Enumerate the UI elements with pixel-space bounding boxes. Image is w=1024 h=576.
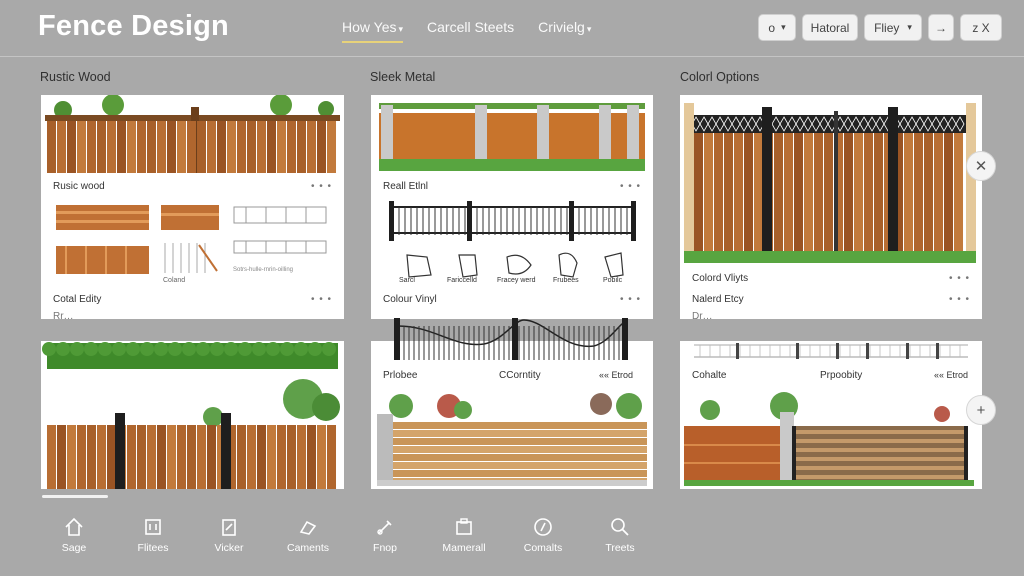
card-footer: Cotal Edity <box>53 294 102 305</box>
metal-rail-sample-1 <box>233 206 327 224</box>
mixed-fence-image <box>684 392 974 486</box>
card-right-text: «« Etrod <box>933 370 968 380</box>
search-icon <box>611 518 629 536</box>
card-subtext: Rr… <box>53 311 74 319</box>
thumb-label-5: Pobilc <box>603 277 623 284</box>
picker-icon <box>222 519 236 536</box>
filter-dropdown-button[interactable]: Fliey ▾ <box>864 14 922 41</box>
comment-icon <box>299 520 317 535</box>
toggle-dropdown-button[interactable]: o ▾ <box>758 14 796 41</box>
bottom-nav-treets[interactable]: Treets <box>580 516 660 554</box>
next-button[interactable]: → <box>928 14 954 41</box>
wood-sample-1 <box>56 205 149 230</box>
bottom-nav-fnop[interactable]: Fnop <box>345 516 425 554</box>
chevron-down-icon: ▾ <box>586 24 592 34</box>
top-nav: How Yes ▾ Carcell Steets Crivielg ▾ <box>342 19 591 43</box>
card-footer: Nalerd Etcy <box>692 294 744 305</box>
more-options-icon[interactable]: • • • <box>949 273 970 284</box>
material-box-icon <box>456 518 472 535</box>
bottom-nav-filters[interactable]: Flitees <box>113 516 193 554</box>
header-divider <box>0 56 1024 57</box>
bottom-nav: Sage Flitees Vicker Caments Fnop Mameral… <box>0 508 1024 568</box>
more-options-icon[interactable]: • • • <box>620 294 641 305</box>
add-icon[interactable]: + <box>966 395 996 425</box>
card-sleek-metal[interactable]: Reall Etlnl • • • Sarcl Fariccelld Frace… <box>371 95 653 319</box>
picket-sample <box>164 243 218 273</box>
material-button[interactable]: Hatoral <box>802 14 858 41</box>
more-options-icon[interactable]: • • • <box>311 181 332 192</box>
nav-how-yes[interactable]: How Yes ▾ <box>342 19 404 43</box>
app-title: Fence Design <box>38 10 229 42</box>
more-options-icon[interactable]: • • • <box>311 294 332 305</box>
card-rustic-wood[interactable]: Rusic wood • • • Coland Sotrs-hulle-rnri… <box>41 95 344 319</box>
planter-fence-image <box>377 393 647 486</box>
bottom-nav-vicker[interactable]: Vicker <box>189 516 269 554</box>
card-wood-gate[interactable] <box>41 341 344 489</box>
chevron-down-icon: ▾ <box>781 22 786 32</box>
close-button[interactable]: z X <box>960 14 1002 41</box>
card-title: Rusic wood <box>53 181 105 192</box>
card-center-text: Prpoobity <box>820 370 863 381</box>
sleek-metal-fence-image <box>379 103 645 171</box>
nav-crivielg[interactable]: Crivielg ▾ <box>538 19 591 39</box>
bottom-nav-caments[interactable]: Caments <box>268 516 348 554</box>
card-title: Reall Etlnl <box>383 181 429 192</box>
close-icon[interactable]: ✕ <box>966 151 996 181</box>
chevron-down-icon: ▾ <box>398 24 404 34</box>
wood-sample-2 <box>161 205 219 230</box>
bottom-nav-comalts[interactable]: Comalts <box>503 516 583 554</box>
toolbar: o ▾ Hatoral Fliey ▾ → z X <box>758 14 1002 41</box>
compass-icon <box>534 518 552 536</box>
wood-gate-fence-image <box>42 342 340 489</box>
rustic-wood-fence-image <box>45 95 340 173</box>
card-subtext: Dr… <box>692 311 713 319</box>
thumb-label-3: Fracey werd <box>497 277 536 284</box>
metal-shape-icons <box>406 252 624 278</box>
column-label-color-options: Colorl Options <box>680 70 760 84</box>
sample-small-text: Sotrs-hulle-rnrin-oilling <box>233 267 294 273</box>
nav-carcell-steets[interactable]: Carcell Steets <box>427 19 514 39</box>
chevron-down-icon: ▾ <box>907 22 912 32</box>
card-title: Colord Vliyts <box>692 273 749 284</box>
bottom-nav-material[interactable]: Mamerall <box>424 516 504 554</box>
bottom-nav-sage[interactable]: Sage <box>34 516 114 554</box>
home-icon <box>65 517 83 536</box>
column-label-rustic-wood: Rustic Wood <box>40 70 111 84</box>
scroll-indicator[interactable] <box>42 495 108 498</box>
metal-railing-sample <box>389 201 636 241</box>
card-right-text: «« Etrod <box>598 370 633 380</box>
filter-panel-icon <box>145 519 161 535</box>
color-options-fence-image <box>684 103 976 263</box>
column-label-sleek-metal: Sleek Metal <box>370 70 436 84</box>
wood-sample-3 <box>56 246 149 274</box>
app-header: Fence Design How Yes ▾ Carcell Steets Cri… <box>0 0 1024 56</box>
arched-metal-gate <box>394 318 628 360</box>
card-center-text: CCorntity <box>499 370 541 381</box>
metal-rail-sample-2 <box>233 240 327 254</box>
more-options-icon[interactable]: • • • <box>949 294 970 305</box>
thumb-label-1: Sarcl <box>399 277 415 284</box>
card-footer: Colour Vinyl <box>383 294 437 305</box>
card-title: Prlobee <box>383 370 418 381</box>
thumb-label-4: Frubees <box>553 277 579 284</box>
card-color-options[interactable]: Colord Vliyts • • • Nalerd Etcy • • • Dr… <box>680 95 982 319</box>
thumb-label-2: Fariccelld <box>447 277 477 284</box>
sample-caption: Coland <box>163 277 186 284</box>
brush-icon <box>377 520 392 535</box>
rail-preview <box>694 343 968 359</box>
card-mixed-fence[interactable]: Cohalte Prpoobity «« Etrod <box>680 341 982 489</box>
more-options-icon[interactable]: • • • <box>620 181 641 192</box>
card-title: Cohalte <box>692 370 727 381</box>
card-planter-fence[interactable]: Prlobee CCorntity «« Etrod <box>371 341 653 489</box>
